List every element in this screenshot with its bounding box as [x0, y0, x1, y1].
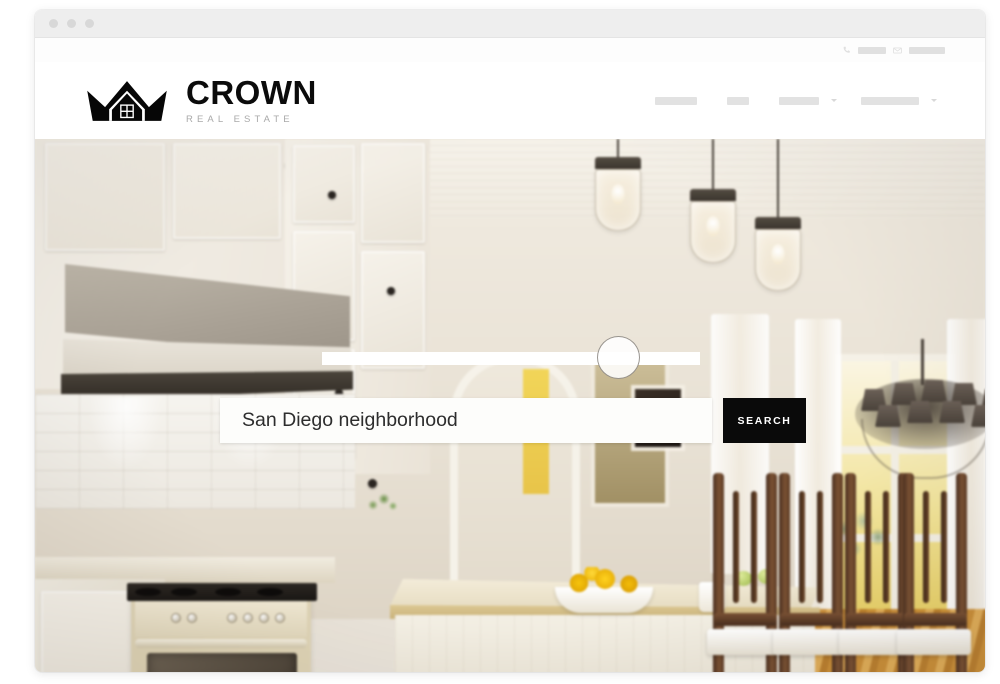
search-button[interactable]: SEARCH [723, 398, 806, 443]
site-header: CROWN REAL ESTATE [35, 62, 985, 139]
window-minimize-dot[interactable] [67, 19, 76, 28]
nav-item-2-placeholder [727, 96, 749, 105]
nav-item-3[interactable] [779, 96, 837, 105]
crown-house-logo-icon [85, 77, 169, 125]
utility-phone-placeholder [858, 46, 886, 54]
chevron-down-icon[interactable] [831, 99, 837, 102]
browser-titlebar [35, 10, 985, 38]
envelope-icon [893, 46, 902, 55]
slider-track[interactable] [322, 352, 700, 365]
browser-window: CROWN REAL ESTATE San Diego neighborhood… [35, 10, 985, 672]
slider-handle[interactable] [597, 336, 640, 379]
hero-search-bar: SEARCH [220, 398, 806, 443]
search-input[interactable] [220, 398, 712, 443]
hero-section: SEARCH [35, 139, 985, 672]
phone-icon [842, 46, 851, 55]
nav-item-4[interactable] [861, 96, 937, 105]
utility-bar [35, 38, 985, 62]
brand-tagline: REAL ESTATE [186, 114, 294, 125]
utility-email-placeholder [909, 46, 945, 54]
nav-item-1-placeholder [655, 96, 697, 105]
window-zoom-dot[interactable] [85, 19, 94, 28]
nav-item-2[interactable] [727, 96, 755, 105]
price-range-slider[interactable] [322, 336, 700, 380]
brand-logo[interactable]: CROWN REAL ESTATE [85, 76, 317, 125]
brand-name: CROWN [186, 74, 317, 111]
chevron-down-icon[interactable] [931, 99, 937, 102]
window-close-dot[interactable] [49, 19, 58, 28]
web-page: CROWN REAL ESTATE San Diego neighborhood… [35, 38, 985, 672]
main-navigation [655, 96, 945, 105]
nav-item-3-placeholder [779, 96, 819, 105]
nav-item-4-placeholder [861, 96, 919, 105]
nav-item-1[interactable] [655, 96, 703, 105]
